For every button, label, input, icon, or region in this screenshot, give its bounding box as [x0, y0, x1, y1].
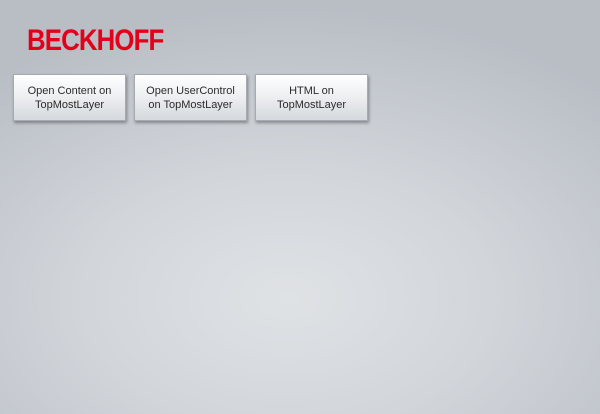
logo-text: BECKHOFF — [27, 24, 164, 57]
hmi-page: { "brand": { "logo_text": "BECKHOFF", "c… — [0, 0, 600, 414]
beckhoff-logo: BECKHOFF — [27, 26, 186, 56]
button-bar: Open Content on TopMostLayer Open UserCo… — [13, 74, 368, 121]
html-topmost-button[interactable]: HTML on TopMostLayer — [255, 74, 368, 121]
html-topmost-label: HTML on TopMostLayer — [276, 84, 347, 111]
open-content-topmost-button[interactable]: Open Content on TopMostLayer — [13, 74, 126, 121]
open-usercontrol-topmost-label: Open UserControl on TopMostLayer — [146, 84, 235, 111]
open-content-topmost-label: Open Content on TopMostLayer — [27, 84, 112, 111]
open-usercontrol-topmost-button[interactable]: Open UserControl on TopMostLayer — [134, 74, 247, 121]
